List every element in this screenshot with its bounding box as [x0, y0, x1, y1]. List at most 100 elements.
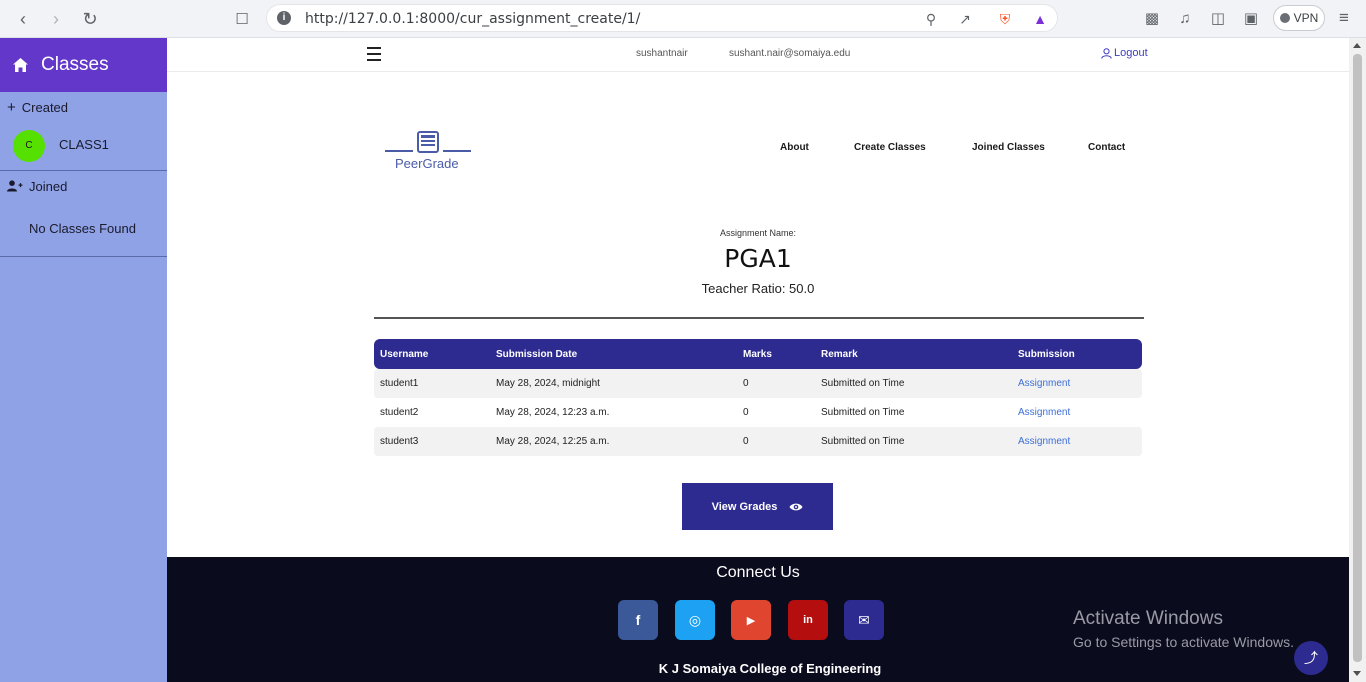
logout-link[interactable]: Logout	[1101, 47, 1148, 59]
youtube-button[interactable]: ▶	[731, 600, 771, 640]
footer: Connect Us f ◎ ▶ in ✉ K J Somaiya Colleg…	[167, 557, 1349, 682]
cell-marks: 0	[737, 369, 815, 398]
activate-windows-title: Activate Windows	[1073, 608, 1223, 629]
connect-heading: Connect Us	[716, 564, 800, 581]
zoom-icon[interactable]: ⚲	[921, 9, 941, 29]
header-remark: Remark	[815, 339, 1012, 369]
linkedin-button[interactable]: in	[788, 600, 828, 640]
class-avatar: C	[13, 129, 45, 162]
hamburger-icon[interactable]	[367, 47, 381, 61]
college-name: K J Somaiya College of Engineering	[658, 661, 882, 676]
submissions-table: Username Submission Date Marks Remark Su…	[374, 339, 1142, 456]
brand-name: PeerGrade	[395, 156, 459, 171]
browser-toolbar: ‹ › ↻ ☐ i http://127.0.0.1:8000/cur_assi…	[0, 0, 1366, 38]
book-logo-icon	[385, 131, 471, 153]
cell-username: student1	[374, 369, 490, 398]
main-content: sushantnair sushant.nair@somaiya.edu Log…	[167, 38, 1349, 682]
facebook-icon: f	[635, 612, 641, 628]
cell-remark: Submitted on Time	[815, 427, 1012, 456]
activate-windows-subtitle: Go to Settings to activate Windows.	[1073, 634, 1294, 650]
header-marks: Marks	[737, 339, 815, 369]
scroll-down-arrow[interactable]	[1353, 671, 1361, 676]
cell-date: May 28, 2024, 12:23 a.m.	[496, 407, 610, 418]
assignment-link[interactable]: Assignment	[1012, 427, 1142, 456]
facebook-button[interactable]: f	[618, 600, 658, 640]
menu-icon[interactable]: ≡	[1334, 8, 1354, 28]
top-bar: sushantnair sushant.nair@somaiya.edu Log…	[167, 38, 1349, 72]
nav-about[interactable]: About	[780, 142, 809, 153]
page-scrollbar[interactable]	[1349, 38, 1366, 682]
joined-empty-text: No Classes Found	[0, 201, 167, 257]
user-icon	[1101, 47, 1112, 59]
user-plus-icon	[7, 180, 23, 192]
peergrade-logo[interactable]: PeerGrade	[385, 130, 473, 174]
cell-remark: Submitted on Time	[815, 369, 1012, 398]
header-submission-date: Submission Date	[490, 339, 737, 369]
extensions-icon[interactable]: ▩	[1142, 8, 1162, 28]
home-icon	[13, 58, 28, 72]
plus-icon: +	[7, 98, 16, 116]
assignment-link[interactable]: Assignment	[1012, 369, 1142, 398]
sidebar-title: Classes	[41, 54, 109, 75]
instagram-button[interactable]: ◎	[675, 600, 715, 640]
brave-shield-icon[interactable]: ⛨	[995, 9, 1015, 29]
brave-rewards-icon[interactable]: ▲	[1030, 9, 1050, 29]
divider	[374, 317, 1144, 319]
sidebar-item-class1[interactable]: C CLASS1	[0, 121, 167, 171]
nav-create-classes[interactable]: Create Classes	[854, 142, 926, 153]
vpn-button[interactable]: VPN	[1273, 5, 1325, 31]
cell-date: May 28, 2024, midnight	[490, 369, 737, 398]
cell-username: student2	[380, 407, 419, 418]
created-label: Created	[21, 99, 69, 115]
share-icon[interactable]: ↗	[955, 9, 975, 29]
vpn-status-icon	[1279, 13, 1290, 23]
linkedin-icon: in	[803, 614, 813, 626]
email-text: sushant.nair@somaiya.edu	[729, 48, 851, 59]
cell-username: student3	[374, 427, 490, 456]
table-row: student1 May 28, 2024, midnight 0 Submit…	[374, 369, 1142, 398]
logout-label: Logout	[1114, 47, 1148, 59]
header-submission: Submission	[1012, 339, 1142, 369]
table-row: student3 May 28, 2024, 12:25 a.m. 0 Subm…	[374, 427, 1142, 456]
created-section[interactable]: + Created	[0, 93, 167, 121]
class-name: CLASS1	[59, 137, 109, 152]
email-button[interactable]: ✉	[844, 600, 884, 640]
view-grades-button[interactable]: View Grades	[682, 483, 833, 530]
assignment-label: Assignment Name:	[719, 228, 797, 238]
assignment-name: PGA1	[724, 244, 792, 273]
username-text: sushantnair	[636, 48, 688, 59]
sidebar-toggle-icon[interactable]: ◫	[1208, 8, 1228, 28]
cell-marks: 0	[737, 427, 815, 456]
reload-icon[interactable]: ↻	[78, 7, 102, 31]
wallet-icon[interactable]: ▣	[1241, 8, 1261, 28]
scroll-top-icon[interactable]: ⤴	[1294, 641, 1328, 675]
address-bar[interactable]: i http://127.0.0.1:8000/cur_assignment_c…	[266, 4, 1058, 32]
scrollbar-thumb[interactable]	[1353, 54, 1362, 662]
forward-icon[interactable]: ›	[44, 7, 68, 31]
cell-marks: 0	[743, 407, 749, 418]
header-username: Username	[374, 339, 490, 369]
assignment-link[interactable]: Assignment	[1012, 398, 1142, 427]
back-icon[interactable]: ‹	[11, 7, 35, 31]
sidebar-header[interactable]: Classes	[0, 38, 167, 92]
scroll-up-arrow[interactable]	[1353, 43, 1361, 48]
table-row: student2 May 28, 2024, 12:23 a.m. 0 Subm…	[374, 398, 1142, 427]
media-icon[interactable]: ♫	[1175, 8, 1195, 28]
instagram-icon: ◎	[688, 611, 702, 628]
nav-joined-classes[interactable]: Joined Classes	[972, 142, 1045, 153]
view-grades-label: View Grades	[711, 500, 778, 513]
nav-contact[interactable]: Contact	[1088, 142, 1125, 153]
site-info-icon[interactable]: i	[277, 11, 291, 25]
teacher-ratio: Teacher Ratio: 50.0	[701, 281, 815, 296]
joined-label: Joined	[29, 178, 68, 194]
vpn-label: VPN	[1293, 11, 1319, 25]
youtube-icon: ▶	[746, 614, 756, 627]
eye-icon	[789, 503, 803, 510]
cell-remark: Submitted on Time	[821, 407, 905, 418]
email-icon: ✉	[858, 611, 870, 628]
url-text[interactable]: http://127.0.0.1:8000/cur_assignment_cre…	[305, 11, 640, 27]
joined-section[interactable]: Joined	[0, 171, 167, 201]
sidebar: Classes + Created C CLASS1 Joined No Cla…	[0, 38, 167, 682]
bookmark-icon[interactable]: ☐	[230, 7, 254, 31]
cell-date: May 28, 2024, 12:25 a.m.	[490, 427, 737, 456]
